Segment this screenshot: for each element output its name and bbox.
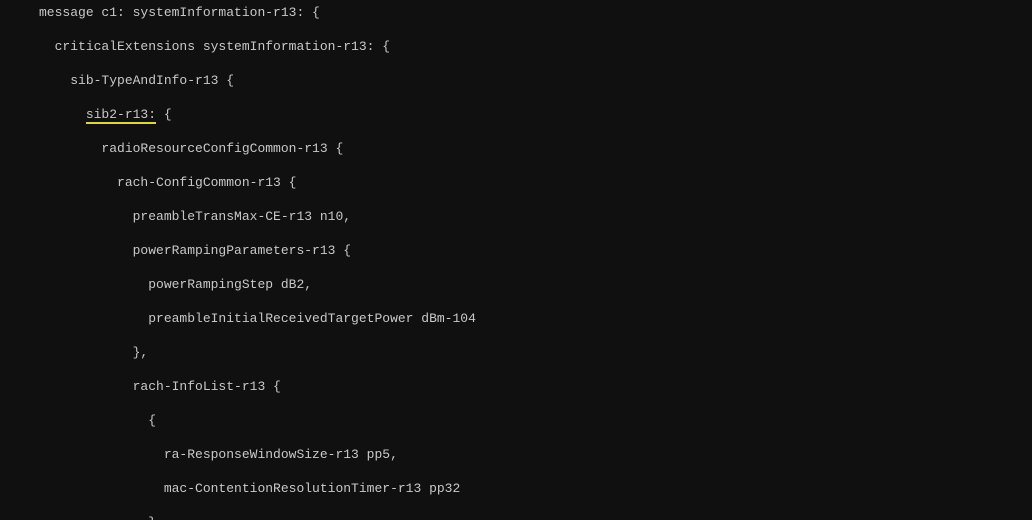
code-line: radioResourceConfigCommon-r13 {: [0, 140, 1032, 157]
code-line: powerRampingParameters-r13 {: [0, 242, 1032, 259]
code-line: rach-InfoList-r13 {: [0, 378, 1032, 395]
code-line: mac-ContentionResolutionTimer-r13 pp32: [0, 480, 1032, 497]
code-text: {: [156, 107, 172, 122]
code-line: {: [0, 412, 1032, 429]
code-line: sib-TypeAndInfo-r13 {: [0, 72, 1032, 89]
code-line: }: [0, 514, 1032, 520]
code-line: },: [0, 344, 1032, 361]
code-line: criticalExtensions systemInformation-r13…: [0, 38, 1032, 55]
code-line: sib2-r13: {: [0, 106, 1032, 123]
code-line: message c1: systemInformation-r13: {: [0, 4, 1032, 21]
code-line: preambleTransMax-CE-r13 n10,: [0, 208, 1032, 225]
code-line: powerRampingStep dB2,: [0, 276, 1032, 293]
indent: [0, 107, 86, 122]
code-block: message c1: systemInformation-r13: { cri…: [0, 0, 1032, 520]
code-line: ra-ResponseWindowSize-r13 pp5,: [0, 446, 1032, 463]
highlight-sib2-r13: sib2-r13:: [86, 107, 156, 124]
code-line: rach-ConfigCommon-r13 {: [0, 174, 1032, 191]
code-line: preambleInitialReceivedTargetPower dBm-1…: [0, 310, 1032, 327]
